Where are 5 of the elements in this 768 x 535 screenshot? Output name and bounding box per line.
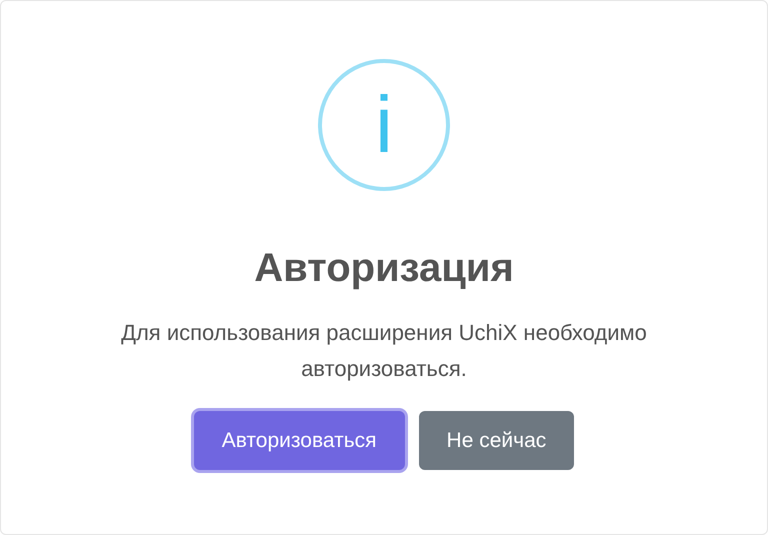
- info-icon: i: [318, 59, 450, 191]
- authorize-button[interactable]: Авторизоваться: [194, 411, 405, 470]
- dialog-message: Для использования расширения UchiX необходимо авторизоваться.: [120, 319, 648, 383]
- not-now-button[interactable]: Не сейчас: [418, 411, 574, 470]
- dialog-title: Авторизация: [254, 245, 514, 292]
